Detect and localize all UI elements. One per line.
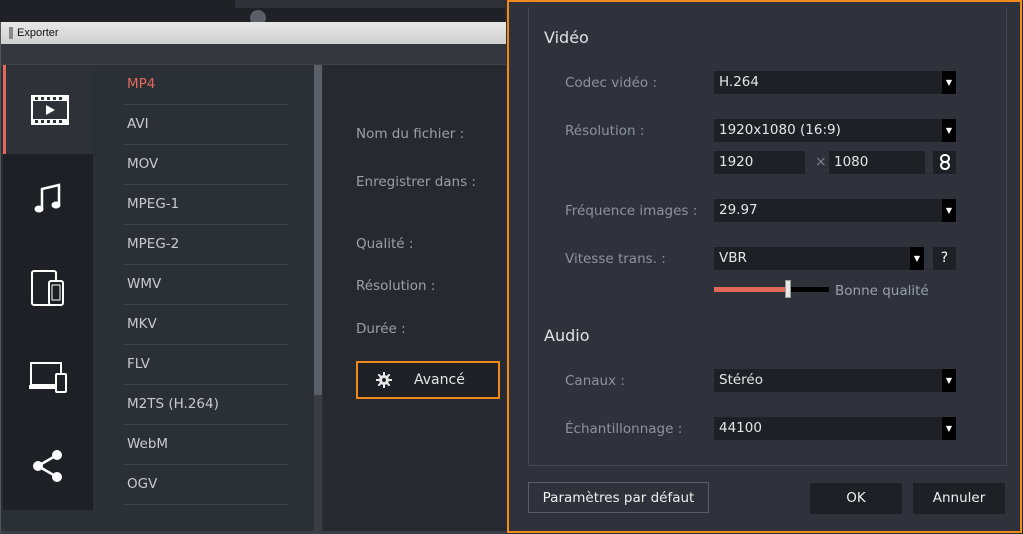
framerate-label: Fréquence images :: [565, 203, 698, 219]
devices-icon: [31, 269, 64, 306]
gear-icon: [376, 372, 392, 388]
format-item-flv[interactable]: FLV: [123, 345, 287, 385]
samplerate-value: 44100: [719, 420, 762, 436]
bitrate-value: VBR: [719, 250, 747, 266]
category-video[interactable]: [3, 65, 93, 155]
tv-icon: [29, 361, 67, 393]
samplerate-label: Échantillonnage :: [565, 421, 683, 437]
window-icon: [9, 27, 13, 40]
filename-label: Nom du fichier :: [356, 126, 465, 142]
format-item-mkv[interactable]: MKV: [123, 305, 287, 345]
format-list: MP4 AVI MOV MPEG-1 MPEG-2 WMV MKV FLV M2…: [93, 65, 315, 531]
codec-label: Codec vidéo :: [565, 75, 657, 91]
framerate-value: 29.97: [719, 202, 758, 218]
chevron-down-icon: ▼: [942, 199, 956, 222]
format-item-mpeg2[interactable]: MPEG-2: [123, 225, 287, 265]
save-in-label: Enregistrer dans :: [356, 174, 476, 190]
resolution-dropdown[interactable]: 1920x1080 (16:9) ▼: [714, 119, 956, 142]
video-section-heading: Vidéo: [544, 28, 589, 47]
export-window-titlebar: Exporter: [1, 22, 506, 45]
channels-value: Stéréo: [719, 372, 763, 388]
advanced-settings-dialog: Vidéo Codec vidéo : H.264 ▼ Résolution :…: [507, 0, 1022, 533]
category-tv[interactable]: [3, 332, 93, 422]
format-item-avi[interactable]: AVI: [123, 105, 287, 145]
music-note-icon: [34, 182, 61, 212]
format-item-wmv[interactable]: WMV: [123, 265, 287, 305]
codec-dropdown[interactable]: H.264 ▼: [714, 71, 956, 94]
default-settings-button[interactable]: Paramètres par défaut: [528, 482, 709, 513]
resolution-label: Résolution :: [356, 278, 436, 294]
chevron-down-icon: ▼: [942, 71, 956, 94]
channels-dropdown[interactable]: Stéréo ▼: [714, 369, 956, 392]
format-item-webm[interactable]: WebM: [123, 425, 287, 465]
samplerate-dropdown[interactable]: 44100 ▼: [714, 417, 956, 440]
export-window-title: Exporter: [17, 27, 59, 39]
quality-label: Qualité :: [356, 236, 414, 252]
quality-slider-fill: [714, 287, 788, 292]
background-bar: [235, 0, 505, 8]
advanced-button-label: Avancé: [414, 372, 465, 388]
chevron-down-icon: ▼: [910, 247, 924, 270]
export-window: Exporter MP4 AVI MOV MPEG-1 MPEG-2 WMV M…: [0, 22, 506, 534]
width-input[interactable]: 1920: [714, 151, 805, 174]
format-item-ogv[interactable]: OGV: [123, 465, 287, 505]
height-input[interactable]: 1080: [829, 151, 925, 174]
bitrate-dropdown[interactable]: VBR ▼: [714, 247, 924, 270]
quality-slider-thumb[interactable]: [785, 280, 791, 298]
share-icon: [33, 449, 62, 482]
format-item-mp4[interactable]: MP4: [123, 65, 287, 105]
quality-slider[interactable]: [714, 280, 829, 298]
cancel-button[interactable]: Annuler: [913, 483, 1005, 514]
resolution-label: Résolution :: [565, 123, 645, 139]
background-window: [0, 0, 505, 26]
link-chain-icon: [939, 154, 950, 170]
category-devices[interactable]: [3, 243, 93, 333]
bitrate-help-button[interactable]: ?: [933, 247, 956, 270]
category-sidebar: [3, 65, 93, 531]
ok-button[interactable]: OK: [810, 483, 902, 514]
format-item-mpeg1[interactable]: MPEG-1: [123, 185, 287, 225]
chevron-down-icon: ▼: [942, 369, 956, 392]
export-settings-area: Nom du fichier : Enregistrer dans : Qual…: [323, 65, 506, 531]
resolution-value: 1920x1080 (16:9): [719, 122, 841, 138]
audio-section-heading: Audio: [544, 326, 590, 345]
times-symbol: ×: [815, 154, 827, 170]
quality-slider-label: Bonne qualité: [835, 283, 929, 299]
format-item-mov[interactable]: MOV: [123, 145, 287, 185]
video-icon: [30, 94, 69, 125]
duration-label: Durée :: [356, 321, 406, 337]
format-list-scrollbar[interactable]: [314, 65, 322, 395]
format-item-m2ts[interactable]: M2TS (H.264): [123, 385, 287, 425]
bitrate-label: Vitesse trans. :: [565, 251, 666, 267]
channels-label: Canaux :: [565, 373, 625, 389]
aspect-lock-button[interactable]: [933, 151, 956, 174]
advanced-button[interactable]: Avancé: [356, 361, 500, 399]
category-share[interactable]: [3, 421, 93, 511]
codec-value: H.264: [719, 74, 759, 90]
chevron-down-icon: ▼: [942, 417, 956, 440]
framerate-dropdown[interactable]: 29.97 ▼: [714, 199, 956, 222]
chevron-down-icon: ▼: [942, 119, 956, 142]
category-audio[interactable]: [3, 154, 93, 244]
export-header-strip: [1, 44, 506, 65]
